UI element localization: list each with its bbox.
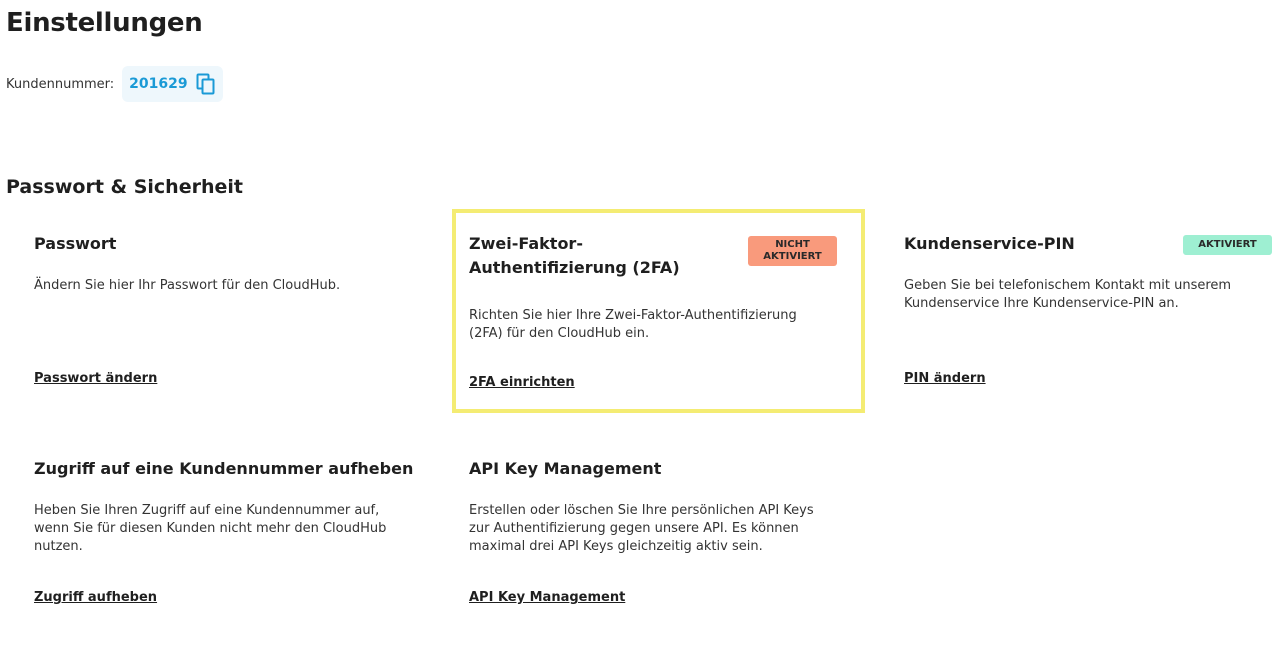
- api-key-management-link[interactable]: API Key Management: [469, 590, 625, 605]
- card-title-2fa-line2: Authentifizierung (2FA): [469, 258, 680, 277]
- status-badge-inactive-line2: AKTIVIERT: [763, 251, 822, 262]
- card-2fa: Zwei-Faktor- Authentifizierung (2FA) NIC…: [452, 209, 865, 413]
- status-badge-inactive: NICHT AKTIVIERT: [748, 236, 837, 266]
- settings-page: Einstellungen Kundennummer: 201629 Passw…: [0, 0, 1285, 670]
- card-description-api-keys: Erstellen oder löschen Sie Ihre persönli…: [469, 503, 814, 554]
- card-title-service-pin: Kundenservice-PIN: [904, 234, 1075, 253]
- customer-number-row: Kundennummer: 201629: [6, 66, 223, 102]
- card-title-revoke-access: Zugriff auf eine Kundennummer aufheben: [34, 459, 414, 478]
- card-description-revoke-access: Heben Sie Ihren Zugriff auf eine Kundenn…: [34, 503, 387, 554]
- revoke-access-link[interactable]: Zugriff aufheben: [34, 590, 157, 605]
- card-password: Passwort Ändern Sie hier Ihr Passwort fü…: [34, 232, 424, 402]
- card-revoke-access: Zugriff auf eine Kundennummer aufheben H…: [34, 457, 424, 627]
- page-title: Einstellungen: [6, 8, 203, 38]
- change-password-link[interactable]: Passwort ändern: [34, 371, 157, 386]
- section-title-password-security: Passwort & Sicherheit: [6, 176, 243, 198]
- setup-2fa-link[interactable]: 2FA einrichten: [469, 375, 575, 390]
- customer-number-label: Kundennummer:: [6, 76, 115, 92]
- card-api-keys: API Key Management Erstellen oder lösche…: [469, 457, 841, 627]
- card-title-api-keys: API Key Management: [469, 459, 662, 478]
- customer-number-value: 201629: [129, 76, 188, 92]
- status-badge-inactive-line1: NICHT: [775, 239, 810, 250]
- copy-icon: [196, 73, 215, 95]
- card-description-password: Ändern Sie hier Ihr Passwort für den Clo…: [34, 278, 341, 293]
- card-description-2fa: Richten Sie hier Ihre Zwei-Faktor-Authen…: [469, 308, 797, 341]
- card-title-2fa: Zwei-Faktor- Authentifizierung (2FA): [469, 232, 680, 280]
- card-title-2fa-line1: Zwei-Faktor-: [469, 234, 583, 253]
- card-service-pin: Kundenservice-PIN AKTIVIERT Geben Sie be…: [904, 232, 1272, 402]
- card-title-password: Passwort: [34, 234, 117, 253]
- customer-number-copy-button[interactable]: 201629: [122, 66, 223, 102]
- status-badge-active: AKTIVIERT: [1183, 235, 1272, 255]
- card-description-service-pin: Geben Sie bei telefonischem Kontakt mit …: [904, 278, 1232, 311]
- change-pin-link[interactable]: PIN ändern: [904, 371, 986, 386]
